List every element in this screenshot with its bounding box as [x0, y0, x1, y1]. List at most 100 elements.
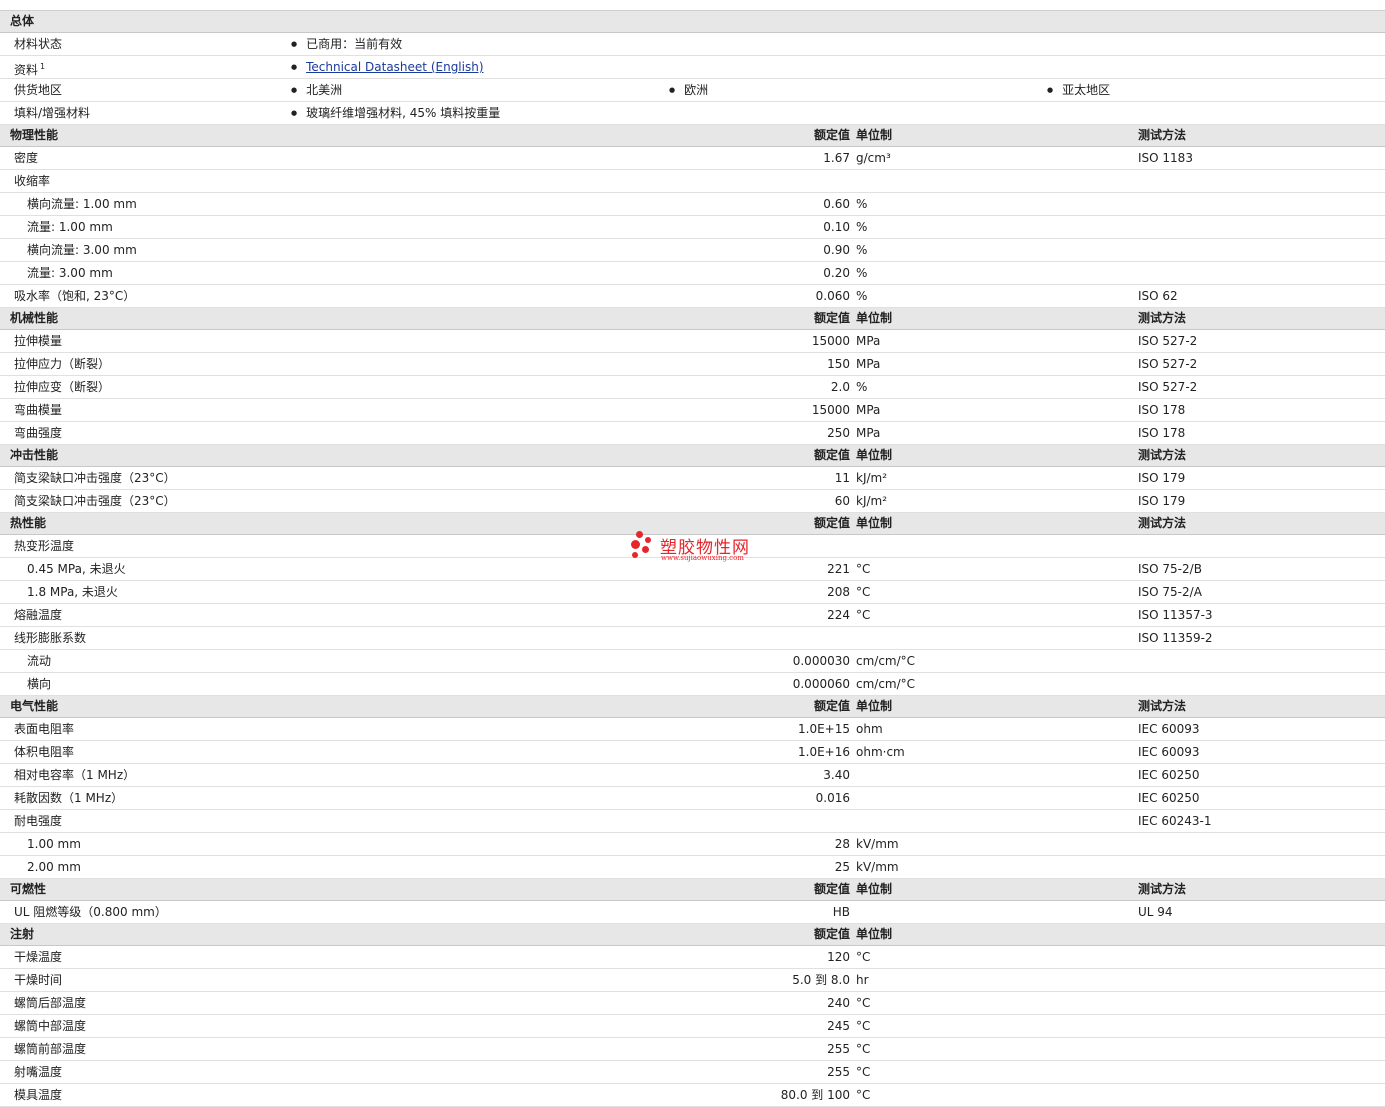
- test-method: IEC 60250: [1138, 768, 1200, 782]
- section-header: 可燃性 额定值 单位制 测试方法: [0, 879, 1385, 901]
- property-unit: kJ/m²: [856, 494, 888, 508]
- property-label: 流量: 1.00 mm: [27, 220, 113, 234]
- property-label: 螺筒前部温度: [14, 1042, 87, 1056]
- test-method: ISO 11357-3: [1138, 608, 1213, 622]
- test-method: ISO 178: [1138, 426, 1186, 440]
- property-label: 横向: [27, 677, 52, 691]
- bullet-text: 北美洲: [306, 83, 343, 97]
- general-row: 资料1 Technical Datasheet (English): [0, 56, 1385, 79]
- property-value: 15000: [811, 403, 850, 417]
- column-header-value: 额定值: [813, 448, 850, 462]
- general-row: 供货地区 北美洲 欧洲 亚太地区: [0, 79, 1385, 102]
- section-header-general: 总体: [0, 11, 1385, 33]
- property-value: 120: [827, 950, 850, 964]
- property-label: 吸水率（饱和, 23°C）: [14, 289, 136, 303]
- general-row: 材料状态 已商用：当前有效: [0, 33, 1385, 56]
- section-header: 机械性能 额定值 单位制 测试方法: [0, 308, 1385, 330]
- property-label: 弯曲强度: [14, 426, 63, 440]
- property-value: 150: [827, 357, 850, 371]
- property-row: 耐电强度 IEC 60243-1: [0, 810, 1385, 833]
- property-label: 横向流量: 1.00 mm: [27, 197, 137, 211]
- property-label: 拉伸应力（断裂）: [14, 357, 111, 371]
- property-value: 255: [827, 1042, 850, 1056]
- property-label: 填料/增强材料: [14, 106, 91, 120]
- property-label: 材料状态: [14, 37, 63, 51]
- property-value: 224: [827, 608, 850, 622]
- column-header-method: 测试方法: [1138, 882, 1187, 896]
- bullet-text: 已商用：当前有效: [306, 37, 403, 51]
- property-label: 弯曲模量: [14, 403, 63, 417]
- footnote-marker: 1: [40, 62, 46, 71]
- section-title: 可燃性: [10, 882, 47, 896]
- property-row: 1.8 MPa, 未退火 208 °C ISO 75-2/A: [0, 581, 1385, 604]
- property-row: 密度 1.67 g/cm³ ISO 1183: [0, 147, 1385, 170]
- property-row: 干燥时间 5.0 到 8.0 hr: [0, 969, 1385, 992]
- property-label: 供货地区: [14, 83, 63, 97]
- bullet-text: 亚太地区: [1062, 83, 1111, 97]
- section-title: 机械性能: [10, 311, 59, 325]
- bullet-item[interactable]: Technical Datasheet (English): [291, 56, 483, 80]
- column-header-unit: 单位制: [856, 311, 893, 325]
- column-header-method: 测试方法: [1138, 699, 1187, 713]
- property-value: 245: [827, 1019, 850, 1033]
- property-unit: MPa: [856, 334, 881, 348]
- property-unit: °C: [856, 996, 871, 1010]
- column-header-unit: 单位制: [856, 882, 893, 896]
- property-unit: ohm: [856, 722, 883, 736]
- test-method: IEC 60250: [1138, 791, 1200, 805]
- property-label: 拉伸模量: [14, 334, 63, 348]
- column-header-method: 测试方法: [1138, 311, 1187, 325]
- property-value: 0.60: [823, 197, 850, 211]
- property-label: 1.00 mm: [27, 837, 81, 851]
- property-unit: %: [856, 380, 868, 394]
- property-unit: °C: [856, 1088, 871, 1102]
- property-row: 耗散因数（1 MHz） 0.016 IEC 60250: [0, 787, 1385, 810]
- property-row: 流动 0.000030 cm/cm/°C: [0, 650, 1385, 673]
- bullet-text: 欧洲: [684, 83, 709, 97]
- property-unit: %: [856, 289, 868, 303]
- property-row: 射嘴温度 255 °C: [0, 1061, 1385, 1084]
- property-value: 1.0E+15: [798, 722, 850, 736]
- property-label: 线形膨胀系数: [14, 631, 87, 645]
- property-row: 流量: 1.00 mm 0.10%: [0, 216, 1385, 239]
- property-value: 11: [834, 471, 850, 485]
- section-title: 总体: [10, 14, 35, 28]
- property-unit: ohm·cm: [856, 745, 905, 759]
- test-method: ISO 527-2: [1138, 380, 1198, 394]
- property-unit: °C: [856, 585, 871, 599]
- property-label: 0.45 MPa, 未退火: [27, 562, 126, 576]
- general-row: 填料/增强材料 玻璃纤维增强材料, 45% 填料按重量: [0, 102, 1385, 125]
- property-label: 热变形温度: [14, 539, 75, 553]
- section-title: 电气性能: [10, 699, 59, 713]
- property-value: 1.0E+16: [798, 745, 850, 759]
- property-value: 240: [827, 996, 850, 1010]
- column-header-unit: 单位制: [856, 699, 893, 713]
- property-label: 简支梁缺口冲击强度（23°C）: [14, 471, 176, 485]
- column-header-value: 额定值: [813, 699, 850, 713]
- property-label: 干燥温度: [14, 950, 63, 964]
- property-label: 耐电强度: [14, 814, 63, 828]
- property-row: 横向 0.000060 cm/cm/°C: [0, 673, 1385, 696]
- watermark-logo: 塑胶物性网 www.sujiaowuxing.com: [629, 528, 769, 568]
- column-header-value: 额定值: [813, 311, 850, 325]
- property-label: 简支梁缺口冲击强度（23°C）: [14, 494, 176, 508]
- property-label: 横向流量: 3.00 mm: [27, 243, 137, 257]
- property-label: 1.8 MPa, 未退火: [27, 585, 118, 599]
- test-method: ISO 179: [1138, 471, 1186, 485]
- section-header: 电气性能 额定值 单位制 测试方法: [0, 696, 1385, 718]
- property-unit: g/cm³: [856, 151, 891, 165]
- property-row: 吸水率（饱和, 23°C） 0.060% ISO 62: [0, 285, 1385, 308]
- property-unit: °C: [856, 1065, 871, 1079]
- column-header-value: 额定值: [813, 927, 850, 941]
- column-header-unit: 单位制: [856, 516, 893, 530]
- property-value: HB: [832, 905, 850, 919]
- property-value: 1.67: [823, 151, 850, 165]
- property-label: 收缩率: [14, 174, 51, 188]
- test-method: IEC 60093: [1138, 745, 1200, 759]
- property-label: 模具温度: [14, 1088, 63, 1102]
- section-header: 冲击性能 额定值 单位制 测试方法: [0, 445, 1385, 467]
- property-row: 线形膨胀系数 ISO 11359-2: [0, 627, 1385, 650]
- test-method: ISO 527-2: [1138, 334, 1198, 348]
- test-method: IEC 60093: [1138, 722, 1200, 736]
- datasheet-link[interactable]: Technical Datasheet (English): [306, 60, 483, 74]
